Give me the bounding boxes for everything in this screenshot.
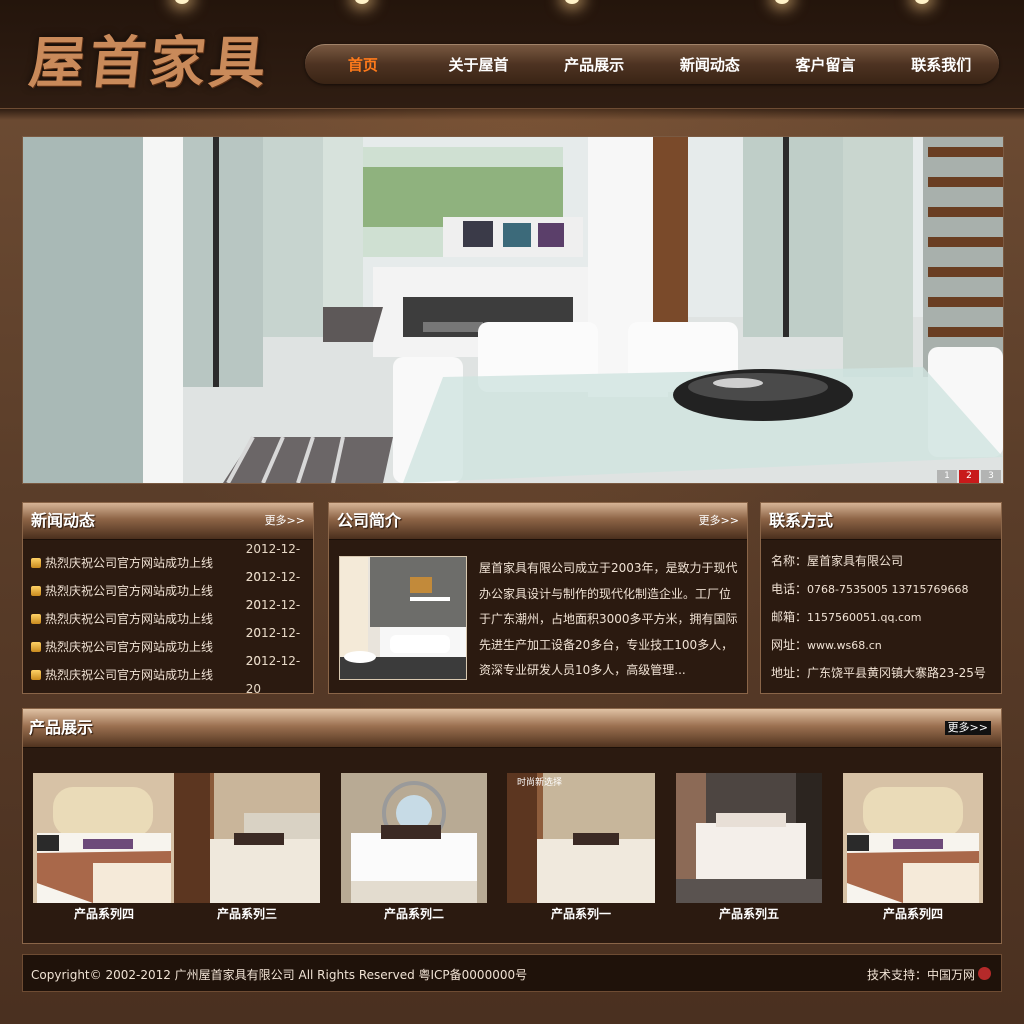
bullet-icon [31,614,41,624]
nav-item-home[interactable]: 首页 [305,54,421,75]
nav-item-about[interactable]: 关于屋首 [421,54,537,75]
product-overlay-text: 时尚新选择 [517,778,563,788]
product-card[interactable]: 产品系列五 [676,773,822,922]
hero-banner[interactable]: 1 2 3 [22,136,1004,484]
contact-email-link[interactable]: 1157560051.qq.com [807,611,921,624]
news-item-date: 2012-12-20 [245,654,301,696]
products-more-link[interactable]: 更多>> [944,721,991,735]
contact-value: 屋首家具有限公司 [807,554,904,568]
contact-label: 电话： [771,582,808,596]
news-item-title[interactable]: 热烈庆祝公司官方网站成功上线 [45,577,240,605]
nav-item-contact[interactable]: 联系我们 [883,54,999,75]
product-image[interactable] [174,773,320,903]
site-logo[interactable]: 屋首家具 [26,18,275,99]
company-intro-panel: 公司简介 更多>> 屋首家具有限公司成立于2003年，是致力于现代办公家具设计与… [328,502,748,694]
banner-pager: 1 2 3 [937,470,1001,483]
products-panel-title: 产品展示 [29,718,94,737]
tech-support-link[interactable]: 技术支持：中国万网 [867,966,975,983]
footer: Copyright© 2002-2012 广州屋首家具有限公司 All Righ… [22,954,1002,992]
intro-more-link[interactable]: 更多>> [699,503,739,539]
main-nav: 首页 关于屋首 产品展示 新闻动态 客户留言 联系我们 [305,44,999,84]
product-card[interactable]: 产品系列四 [33,773,175,922]
intro-text: 屋首家具有限公司成立于2003年，是致力于现代办公家具设计与制作的现代化制造企业… [479,561,738,678]
news-panel: 新闻动态 更多>> 热烈庆祝公司官方网站成功上线 2012-12-20 热烈庆祝… [22,502,314,696]
product-label[interactable]: 产品系列二 [341,905,487,922]
contact-label: 网址： [771,638,808,652]
nav-item-news[interactable]: 新闻动态 [652,54,768,75]
nav-item-guestbook[interactable]: 客户留言 [768,54,884,75]
contact-row-address: 地址：广东饶平县黄冈镇大寨路23-25号 [761,659,1001,687]
provider-logo-icon [978,967,991,980]
banner-page-3[interactable]: 3 [981,470,1001,483]
contact-panel-title: 联系方式 [769,511,834,530]
spotlight-decoration [915,0,929,4]
contact-panel-header: 联系方式 [761,503,1001,540]
contact-row-phone: 电话：0768-7535005 13715769668 [761,575,1001,603]
contact-row-website: 网址：www.ws68.cn [761,631,1001,659]
bullet-icon [31,558,41,568]
product-card[interactable]: 时尚新选择 产品系列一 [507,773,655,922]
bullet-icon [31,670,41,680]
product-label[interactable]: 产品系列三 [174,905,320,922]
contact-panel: 联系方式 名称：屋首家具有限公司 电话：0768-7535005 1371576… [760,502,1002,694]
bullet-icon [31,642,41,652]
product-label[interactable]: 产品系列四 [33,905,175,922]
product-card[interactable]: 产品系列四 [843,773,983,922]
products-panel: 产品展示 更多>> 产品系列四 产品系列三 产品系列二 时尚新选择 产品系列一 … [22,708,1002,944]
news-item-title[interactable]: 热烈庆祝公司官方网站成功上线 [45,549,240,577]
contact-label: 地址： [771,666,808,680]
contact-value: 广东饶平县黄冈镇大寨路23-25号 [807,666,986,680]
contact-label: 邮箱： [771,610,808,624]
spotlight-decoration [775,0,789,4]
banner-page-2[interactable]: 2 [959,470,979,483]
contact-row-email: 邮箱：1157560051.qq.com [761,603,1001,631]
news-list: 热烈庆祝公司官方网站成功上线 2012-12-20 热烈庆祝公司官方网站成功上线… [23,542,313,696]
product-label[interactable]: 产品系列五 [676,905,822,922]
news-item-title[interactable]: 热烈庆祝公司官方网站成功上线 [45,633,240,661]
interior-photo [23,137,1003,483]
banner-page-1[interactable]: 1 [937,470,957,483]
product-image[interactable] [676,773,822,903]
header: 屋首家具 首页 关于屋首 产品展示 新闻动态 客户留言 联系我们 [0,0,1024,109]
copyright-text: Copyright© 2002-2012 广州屋首家具有限公司 All Righ… [31,968,528,982]
product-image[interactable] [341,773,487,903]
intro-panel-header: 公司简介 更多>> [329,503,747,540]
product-image[interactable]: 时尚新选择 [507,773,655,903]
product-card[interactable]: 产品系列二 [341,773,487,922]
product-label[interactable]: 产品系列四 [843,905,983,922]
spotlight-decoration [355,0,369,4]
company-photo[interactable] [339,556,467,680]
news-more-link[interactable]: 更多>> [265,503,305,539]
news-panel-body: 热烈庆祝公司官方网站成功上线 2012-12-20 热烈庆祝公司官方网站成功上线… [23,542,313,696]
spotlight-decoration [565,0,579,4]
product-label[interactable]: 产品系列一 [507,905,655,922]
contact-value: 0768-7535005 13715769668 [807,583,969,596]
product-image[interactable] [33,773,175,903]
contact-panel-body: 名称：屋首家具有限公司 电话：0768-7535005 13715769668 … [761,547,1001,693]
spotlight-decoration [175,0,189,4]
contact-label: 名称： [771,554,808,568]
news-panel-title: 新闻动态 [31,511,96,530]
news-item-title[interactable]: 热烈庆祝公司官方网站成功上线 [45,605,240,633]
contact-row-name: 名称：屋首家具有限公司 [761,547,1001,575]
news-item-title[interactable]: 热烈庆祝公司官方网站成功上线 [45,661,240,689]
product-image[interactable] [843,773,983,903]
bullet-icon [31,586,41,596]
contact-website-link[interactable]: www.ws68.cn [807,639,882,652]
nav-item-products[interactable]: 产品展示 [536,54,652,75]
products-panel-header: 产品展示 更多>> [23,709,1001,748]
news-item[interactable]: 热烈庆祝公司官方网站成功上线 2012-12-20 [31,654,313,696]
intro-panel-body: 屋首家具有限公司成立于2003年，是致力于现代办公家具设计与制作的现代化制造企业… [329,540,747,693]
product-card[interactable]: 产品系列三 [174,773,320,922]
intro-panel-title: 公司简介 [337,511,402,530]
